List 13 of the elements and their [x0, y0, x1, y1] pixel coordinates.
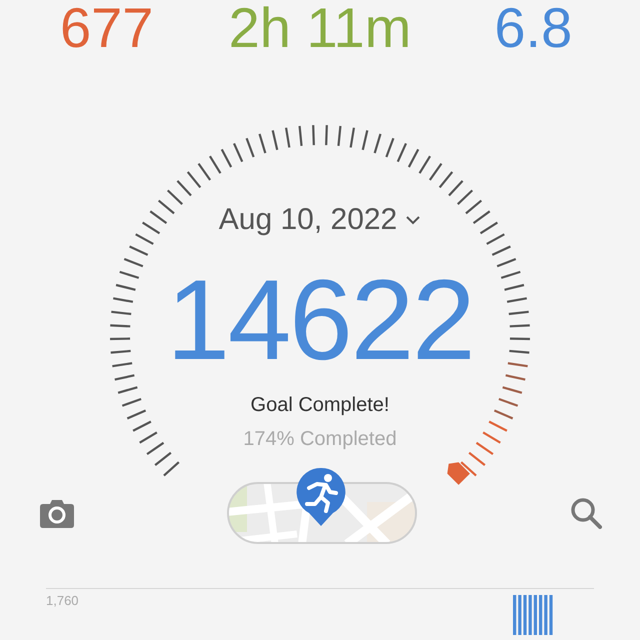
- gauge-marker: [447, 462, 470, 485]
- axis-label: 1,760: [46, 592, 79, 609]
- stat-value: 6.8: [493, 0, 574, 56]
- progress-text: 174% Completed: [242, 427, 398, 452]
- date-selector[interactable]: Aug 10, 2022: [214, 200, 426, 240]
- goal-status: Goal Complete!: [250, 393, 390, 418]
- stat-value: 677: [58, 0, 154, 56]
- search-icon[interactable]: [570, 497, 602, 529]
- camera-icon[interactable]: [40, 498, 74, 528]
- step-count: 14622: [165, 264, 474, 378]
- stat-value: 2h 11m: [228, 0, 412, 56]
- chevron-down-icon: [405, 215, 422, 225]
- step-bars-drawing: [513, 595, 554, 635]
